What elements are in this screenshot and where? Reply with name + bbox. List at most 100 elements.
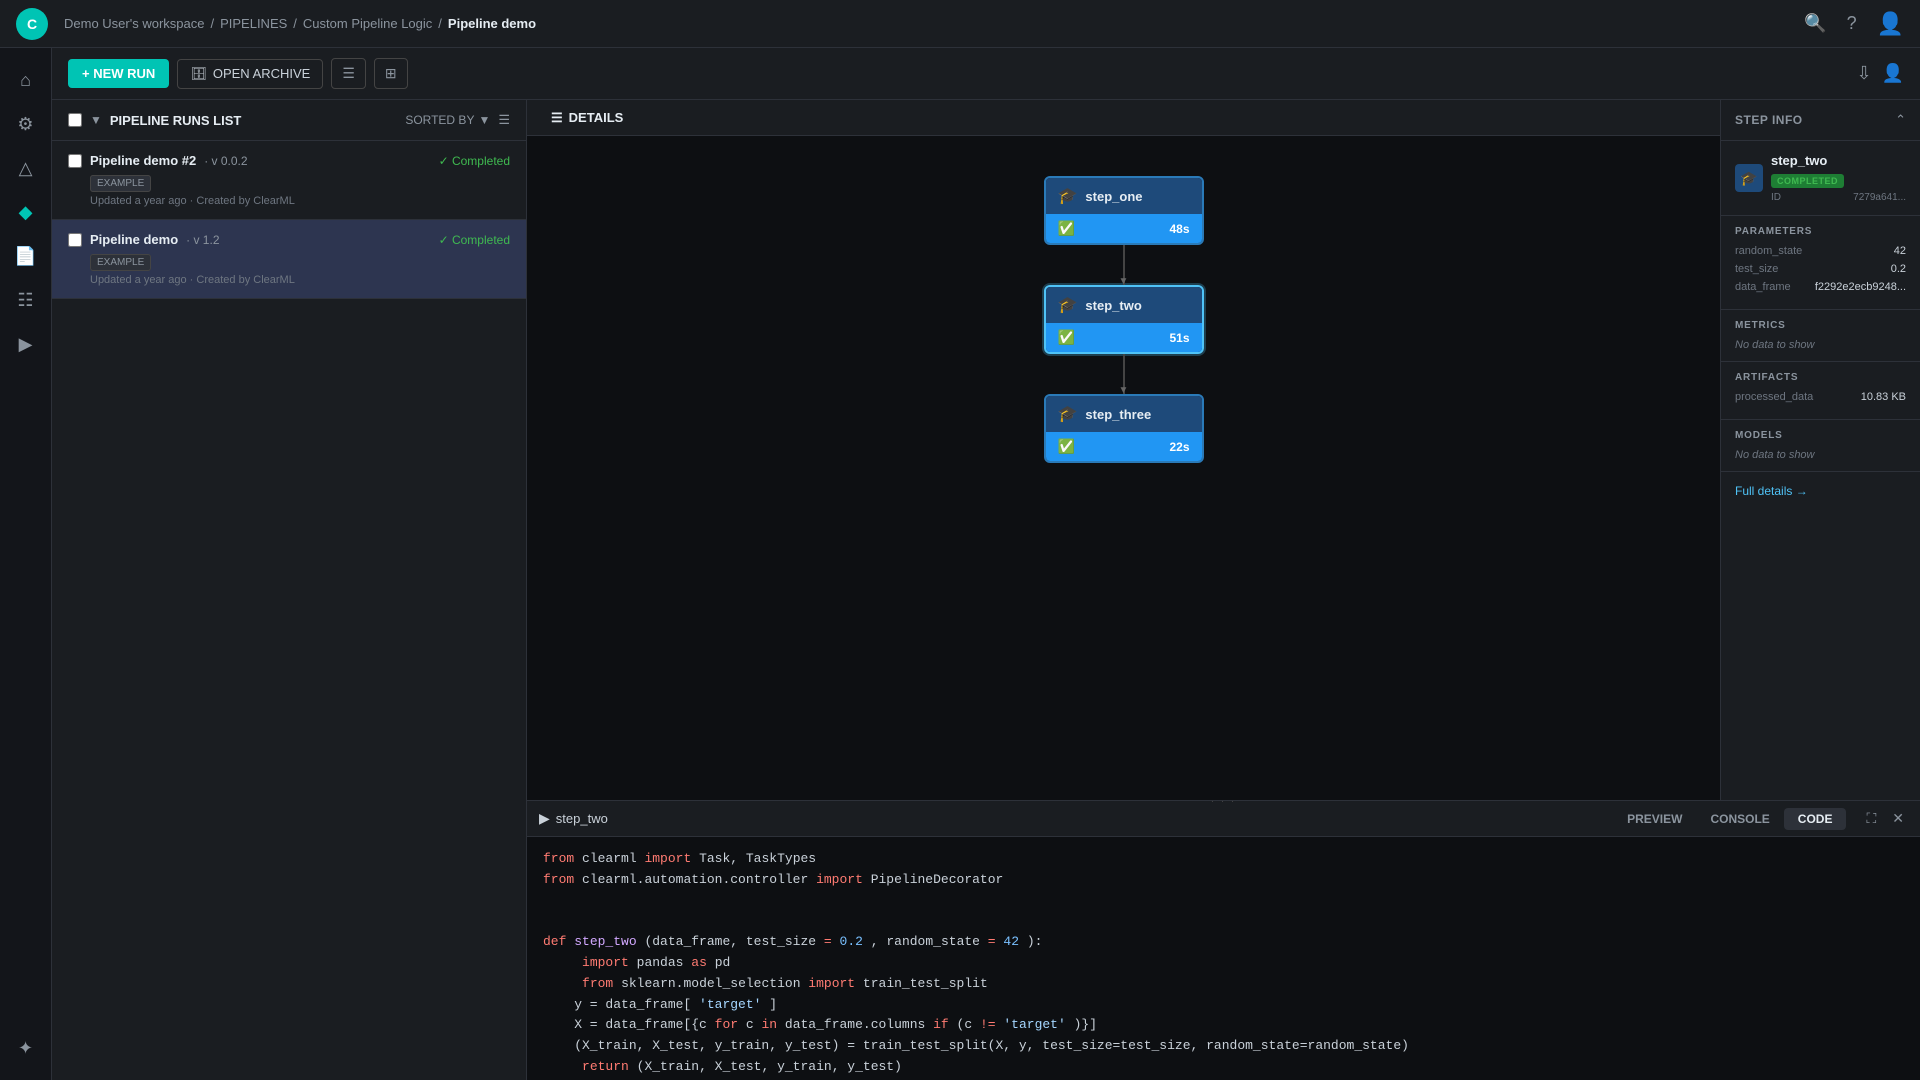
models-title: MODELS	[1735, 430, 1906, 441]
help-icon[interactable]: ?	[1847, 13, 1857, 34]
id-icon: ID	[1771, 192, 1781, 203]
view-list-button[interactable]: ☰	[331, 58, 366, 89]
canvas-area[interactable]: 🎓 step_one ✅ 48s	[527, 136, 1720, 800]
sidebar-item-pipelines[interactable]: ◆	[6, 192, 46, 232]
close-button[interactable]: ✕	[1888, 806, 1908, 831]
code-line: from sklearn.model_selection import trai…	[543, 974, 1904, 995]
step-connector	[1123, 245, 1125, 285]
breadcrumb-custom[interactable]: Custom Pipeline Logic	[303, 16, 432, 31]
run-tag: EXAMPLE	[90, 254, 151, 271]
func-span: step_two	[574, 934, 636, 949]
string-span: 'target'	[699, 997, 761, 1012]
open-archive-button[interactable]: 🗄 OPEN ARCHIVE	[177, 59, 323, 89]
step-id: 7279a641...	[1853, 192, 1906, 203]
details-tab-button[interactable]: ☰ DETAILS	[543, 106, 631, 130]
sidebar-item-datastore[interactable]: 📄	[6, 236, 46, 276]
keyword-span: from	[582, 976, 613, 991]
run-item[interactable]: Pipeline demo · v 1.2 ✓ Completed EXAMPL…	[52, 220, 526, 299]
code-plain: Task, TaskTypes	[699, 851, 816, 866]
tab-preview[interactable]: PREVIEW	[1613, 808, 1696, 830]
step-node-two[interactable]: 🎓 step_two ✅ 51s	[1044, 285, 1204, 354]
sidebar-item-reports[interactable]: ☷	[6, 280, 46, 320]
param-val: f2292e2ecb9248...	[1815, 281, 1906, 293]
main-layout: + NEW RUN 🗄 OPEN ARCHIVE ☰ ⊞ ⇩ 👤 ▼ PIPEL…	[52, 48, 1920, 1080]
artifact-key: processed_data	[1735, 391, 1813, 403]
topnav-right: 🔍 ? 👤	[1804, 11, 1904, 37]
select-all-checkbox[interactable]	[68, 113, 82, 127]
keyword-span: for	[715, 1017, 738, 1032]
sidebar-item-integrations[interactable]: ✦	[6, 1028, 46, 1068]
sidebar-item-home[interactable]: ⌂	[6, 60, 46, 100]
param-row-test-size: test_size 0.2	[1735, 263, 1906, 275]
step-header: 🎓 step_two	[1046, 287, 1202, 323]
step-header: 🎓 step_one	[1046, 178, 1202, 214]
step-header: 🎓 step_three	[1046, 396, 1202, 432]
archive-icon: 🗄	[190, 66, 207, 82]
keyword-span: from	[543, 872, 574, 887]
code-line: import pandas as pd	[543, 953, 1904, 974]
metrics-title: METRICS	[1735, 320, 1906, 331]
tab-console[interactable]: CONSOLE	[1696, 808, 1783, 830]
code-line: from clearml.automation.controller impor…	[543, 870, 1904, 891]
bottom-step-icon: ▶	[539, 810, 550, 827]
tab-code[interactable]: CODE	[1784, 808, 1847, 830]
metrics-empty: No data to show	[1735, 339, 1906, 351]
breadcrumb-pipelines[interactable]: PIPELINES	[220, 16, 287, 31]
collapse-icon[interactable]: ⌃	[1895, 112, 1906, 128]
pipeline-steps: 🎓 step_one ✅ 48s	[1044, 176, 1204, 463]
step-icon-box: 🎓	[1735, 164, 1763, 192]
view-grid-button[interactable]: ⊞	[374, 58, 408, 89]
artifact-row: processed_data 10.83 KB	[1735, 391, 1906, 403]
step-time: 51s	[1169, 331, 1189, 345]
code-plain: data_frame.columns	[785, 1017, 933, 1032]
expand-button[interactable]: ⛶	[1862, 806, 1880, 831]
step-name-label: step_two	[1771, 153, 1827, 168]
sidebar-bottom: ✦	[6, 1028, 46, 1080]
breadcrumb-sep2: /	[293, 16, 297, 31]
code-plain: , random_state	[871, 934, 980, 949]
run-name: Pipeline demo	[90, 232, 178, 247]
run-checkbox[interactable]	[68, 233, 82, 247]
code-area: from clearml import Task, TaskTypes from…	[527, 837, 1920, 1080]
step-name: step_one	[1085, 189, 1142, 204]
models-section: MODELS No data to show	[1721, 420, 1920, 472]
step-node-one[interactable]: 🎓 step_one ✅ 48s	[1044, 176, 1204, 245]
code-line: def step_two (data_frame, test_size = 0.…	[543, 932, 1904, 953]
user-avatar[interactable]: 👤	[1877, 11, 1904, 37]
app-logo[interactable]: C	[16, 8, 48, 40]
run-version: · v 0.0.2	[204, 154, 247, 168]
operator-span: =	[824, 934, 832, 949]
code-blank	[543, 891, 1904, 912]
run-checkbox[interactable]	[68, 154, 82, 168]
sidebar-item-models[interactable]: △	[6, 148, 46, 188]
open-archive-label: OPEN ARCHIVE	[213, 66, 311, 81]
operator-span: =	[988, 934, 996, 949]
models-empty: No data to show	[1735, 449, 1906, 461]
code-plain: train_test_split	[863, 976, 988, 991]
filter-icon[interactable]: ☰	[498, 112, 510, 128]
code-plain: y = data_frame[	[543, 997, 691, 1012]
toolbar-right: ⇩ 👤	[1856, 63, 1904, 84]
new-run-button[interactable]: + NEW RUN	[68, 59, 169, 88]
step-name: step_two	[1085, 298, 1141, 313]
sort-control[interactable]: SORTED BY ▼	[405, 113, 490, 127]
number-span: 42	[1003, 934, 1019, 949]
expand-chevron-icon[interactable]: ▼	[90, 113, 102, 127]
sidebar-item-deploy[interactable]: ▶	[6, 324, 46, 364]
code-blank	[543, 911, 1904, 932]
breadcrumb-workspace[interactable]: Demo User's workspace	[64, 16, 204, 31]
download-icon[interactable]: ⇩	[1856, 63, 1871, 84]
user-run-icon[interactable]: 👤	[1882, 63, 1904, 84]
run-item[interactable]: Pipeline demo #2 · v 0.0.2 ✓ Completed E…	[52, 141, 526, 220]
sidebar-item-experiments[interactable]: ⚙	[6, 104, 46, 144]
run-version: · v 1.2	[186, 233, 219, 247]
panel-resizer[interactable]: · · ·	[527, 797, 1920, 805]
bottom-step-label: step_two	[556, 811, 608, 826]
search-icon[interactable]: 🔍	[1804, 13, 1826, 34]
param-row-data-frame: data_frame f2292e2ecb9248...	[1735, 281, 1906, 293]
step-info-name-row: 🎓 step_two COMPLETED ID 7279a641...	[1721, 141, 1920, 216]
step-node-three[interactable]: 🎓 step_three ✅ 22s	[1044, 394, 1204, 463]
runs-header: ▼ PIPELINE RUNS LIST SORTED BY ▼ ☰	[52, 100, 526, 141]
full-details-link[interactable]: Full details →	[1721, 472, 1920, 510]
keyword-span: if	[933, 1017, 949, 1032]
